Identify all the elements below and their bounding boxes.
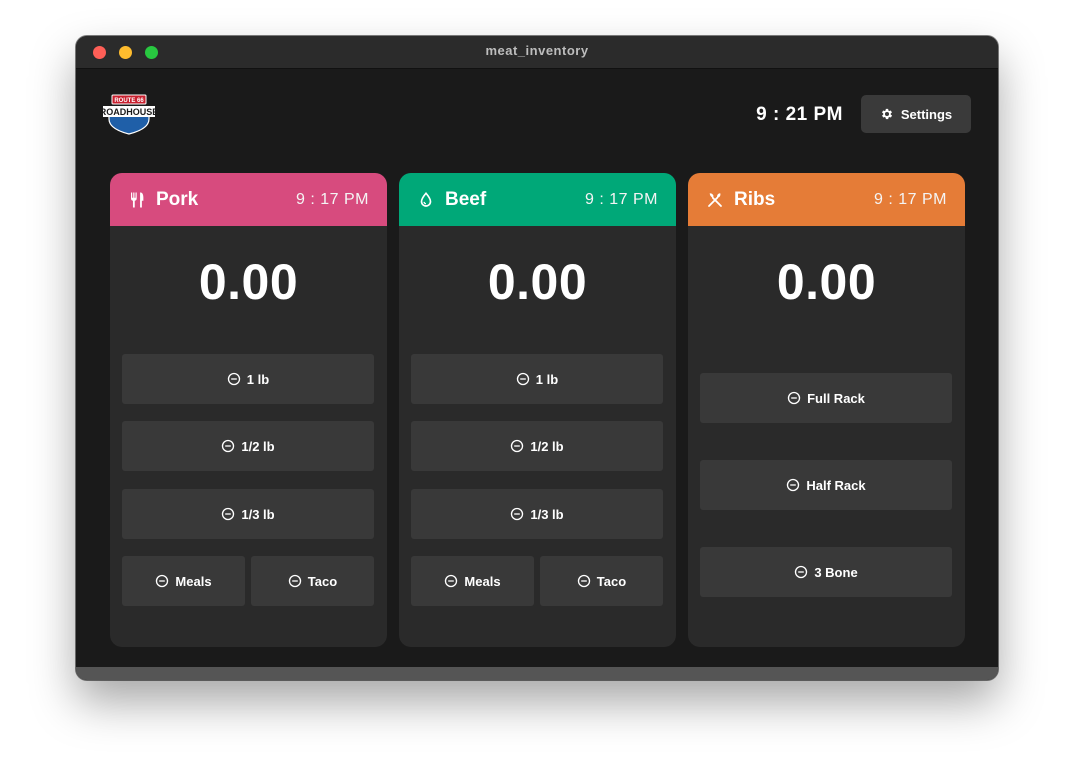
button-label: 1/2 lb	[241, 438, 275, 454]
ribs-title: Ribs	[734, 188, 776, 210]
beef-title: Beef	[445, 188, 487, 210]
minus-circle-icon	[445, 574, 458, 588]
crossed-utensils-icon	[708, 192, 722, 207]
roadhouse-logo: ROUTE 66 ROADHOUSE	[103, 94, 155, 135]
button-label: Meals	[464, 573, 501, 589]
pork-time: 9 : 17 PM	[296, 190, 369, 208]
pork-third-lb-button[interactable]: 1/3 lb	[122, 489, 374, 539]
pork-value: 0.00	[198, 254, 299, 310]
logo-main-text: ROADHOUSE	[103, 107, 155, 117]
button-label: 1/2 lb	[530, 438, 564, 454]
beef-card: Beef 9 : 17 PM 0.00 1 lb 1/2 lb 1/3 lb M…	[399, 173, 676, 647]
ribs-full-rack-button[interactable]: Full Rack	[700, 373, 952, 423]
beef-1lb-button[interactable]: 1 lb	[411, 354, 663, 404]
ribs-card-header: Ribs 9 : 17 PM	[688, 173, 965, 226]
minus-circle-icon	[227, 372, 240, 386]
minus-circle-icon	[222, 439, 235, 453]
settings-button[interactable]: Settings	[861, 95, 971, 133]
pork-taco-button[interactable]: Taco	[251, 556, 374, 606]
bottom-bar	[76, 667, 998, 680]
button-label: Half Rack	[806, 477, 866, 493]
current-time: 9 : 21 PM	[756, 104, 843, 125]
pork-meals-button[interactable]: Meals	[122, 556, 245, 606]
beef-value: 0.00	[487, 254, 588, 310]
beef-meals-button[interactable]: Meals	[411, 556, 534, 606]
settings-label: Settings	[900, 106, 953, 122]
beef-third-lb-button[interactable]: 1/3 lb	[411, 489, 663, 539]
minus-circle-icon	[511, 507, 524, 521]
button-label: Full Rack	[807, 390, 865, 406]
minus-circle-icon	[787, 478, 800, 492]
pork-1lb-button[interactable]: 1 lb	[122, 354, 374, 404]
drop-icon	[420, 191, 432, 207]
app-window: meat_inventory ROUTE 66 ROADHOUSE 9 : 21…	[76, 36, 998, 680]
minus-circle-icon	[288, 574, 301, 588]
pork-title: Pork	[156, 188, 199, 210]
minus-circle-icon	[787, 391, 801, 405]
button-label: Taco	[307, 573, 338, 589]
button-label: 3 Bone	[814, 564, 858, 580]
gear-icon	[881, 108, 892, 120]
minus-circle-icon	[516, 372, 529, 386]
beef-card-header: Beef 9 : 17 PM	[399, 173, 676, 226]
ribs-time: 9 : 17 PM	[874, 190, 947, 208]
title-bar: meat_inventory	[76, 36, 998, 69]
ribs-3-bone-button[interactable]: 3 Bone	[700, 547, 952, 597]
ribs-card: Ribs 9 : 17 PM 0.00 Full Rack Half Rack …	[688, 173, 965, 647]
minus-circle-icon	[222, 507, 235, 521]
beef-half-lb-button[interactable]: 1/2 lb	[411, 421, 663, 471]
beef-taco-button[interactable]: Taco	[540, 556, 663, 606]
button-label: 1/3 lb	[241, 506, 275, 522]
ribs-half-rack-button[interactable]: Half Rack	[700, 460, 952, 510]
pork-card: Pork 9 : 17 PM 0.00 1 lb 1/2 lb 1/3 lb M…	[110, 173, 387, 647]
main-content: ROUTE 66 ROADHOUSE 9 : 21 PM Settings Po…	[76, 69, 998, 667]
pork-half-lb-button[interactable]: 1/2 lb	[122, 421, 374, 471]
button-label: Taco	[596, 573, 627, 589]
button-label: 1 lb	[535, 371, 559, 387]
window-title: meat_inventory	[485, 43, 589, 58]
fork-knife-icon	[130, 192, 144, 207]
minus-circle-icon	[156, 574, 169, 588]
button-label: 1/3 lb	[530, 506, 564, 522]
button-label: Meals	[175, 573, 212, 589]
pork-card-header: Pork 9 : 17 PM	[110, 173, 387, 226]
ribs-value: 0.00	[776, 254, 877, 310]
minus-circle-icon	[577, 574, 590, 588]
logo-top-text: ROUTE 66	[114, 98, 144, 104]
button-label: 1 lb	[246, 371, 270, 387]
minus-circle-icon	[511, 439, 524, 453]
minus-circle-icon	[795, 565, 808, 579]
beef-time: 9 : 17 PM	[585, 190, 658, 208]
